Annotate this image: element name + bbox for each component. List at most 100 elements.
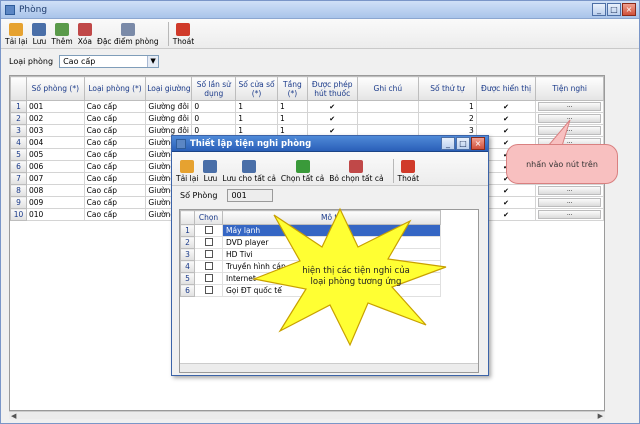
row-number[interactable]: 4 bbox=[180, 260, 195, 273]
dialog-toolbar-button-5[interactable]: Thoát bbox=[398, 160, 419, 183]
cell-tang[interactable]: 1 bbox=[276, 112, 308, 125]
cell-ghi_chu[interactable] bbox=[356, 112, 420, 125]
room-number-input[interactable]: 001 bbox=[227, 189, 274, 202]
row-number[interactable]: 10 bbox=[10, 208, 27, 221]
dialog-horizontal-scrollbar[interactable] bbox=[180, 363, 478, 372]
cell-thuoc[interactable]: ✔ bbox=[306, 112, 358, 125]
column-header-7[interactable]: Ghi chú bbox=[356, 76, 420, 101]
row-number[interactable]: 1 bbox=[180, 224, 195, 237]
cell-so_phong[interactable]: 010 bbox=[25, 208, 85, 221]
checkbox[interactable]: ✔ bbox=[502, 103, 510, 111]
cell-hien_thi[interactable]: ✔ bbox=[475, 112, 537, 125]
scroll-right-icon[interactable]: ▶ bbox=[598, 412, 603, 420]
table-row[interactable]: 1 001 Cao cấp Giường đôi 0 1 1 ✔ 1 ✔... bbox=[10, 100, 604, 113]
cell-loai_phong[interactable]: Cao cấp bbox=[83, 184, 147, 197]
amenities-button[interactable]: ... bbox=[538, 210, 601, 219]
checkbox[interactable] bbox=[204, 249, 213, 258]
row-number[interactable]: 1 bbox=[10, 100, 27, 113]
cell-su_dung[interactable]: 0 bbox=[191, 100, 237, 113]
dialog-toolbar-button-0[interactable]: Tải lại bbox=[176, 160, 198, 183]
room-type-select[interactable]: Cao cấp ▼ bbox=[59, 55, 160, 68]
row-number[interactable]: 8 bbox=[10, 184, 27, 197]
amenities-button[interactable]: ... bbox=[538, 102, 601, 111]
cell-loai_phong[interactable]: Cao cấp bbox=[83, 208, 147, 221]
checkbox[interactable] bbox=[204, 225, 213, 234]
select-cell[interactable] bbox=[194, 224, 223, 237]
horizontal-scrollbar[interactable]: ◀ ▶ bbox=[9, 411, 605, 420]
column-header-4[interactable]: Số cửa sổ (*) bbox=[235, 76, 278, 101]
cell-loai_giuong[interactable]: Giường đôi bbox=[145, 100, 193, 113]
row-number[interactable]: 3 bbox=[180, 248, 195, 261]
checkbox[interactable]: ✔ bbox=[502, 127, 510, 135]
cell-so_phong[interactable]: 001 bbox=[25, 100, 85, 113]
column-header-select[interactable]: Chọn bbox=[194, 210, 223, 225]
toolbar-button-2[interactable]: Thêm bbox=[51, 23, 73, 46]
row-number[interactable]: 6 bbox=[10, 160, 27, 173]
toolbar-button-3[interactable]: Xóa bbox=[78, 23, 92, 46]
table-row[interactable]: 2 002 Cao cấp Giường đôi 0 1 1 ✔ 2 ✔... bbox=[10, 112, 604, 125]
select-cell[interactable] bbox=[194, 260, 223, 273]
cell-tien_nghi[interactable]: ... bbox=[535, 100, 604, 113]
amenities-button[interactable]: ... bbox=[538, 198, 601, 207]
column-header-9[interactable]: Được hiển thị bbox=[475, 76, 537, 101]
row-number[interactable]: 2 bbox=[10, 112, 27, 125]
checkbox[interactable]: ✔ bbox=[328, 103, 336, 111]
chevron-down-icon[interactable]: ▼ bbox=[147, 56, 159, 67]
select-cell[interactable] bbox=[194, 236, 223, 249]
cell-cua_so[interactable]: 1 bbox=[235, 100, 278, 113]
select-cell[interactable] bbox=[194, 284, 223, 297]
cell-loai_phong[interactable]: Cao cấp bbox=[83, 100, 147, 113]
dialog-minimize-button[interactable]: _ bbox=[441, 137, 455, 150]
scroll-left-icon[interactable]: ◀ bbox=[11, 412, 16, 420]
amenities-button[interactable]: ... bbox=[538, 186, 601, 195]
column-header-6[interactable]: Được phép hút thuốc bbox=[306, 76, 358, 101]
cell-tien_nghi[interactable]: ... bbox=[535, 196, 604, 209]
column-header-1[interactable]: Loại phòng (*) bbox=[83, 76, 147, 101]
cell-loai_phong[interactable]: Cao cấp bbox=[83, 124, 147, 137]
column-header-8[interactable]: Số thứ tự bbox=[418, 76, 477, 101]
cell-loai_phong[interactable]: Cao cấp bbox=[83, 172, 147, 185]
cell-tien_nghi[interactable]: ... bbox=[535, 208, 604, 221]
row-number[interactable]: 5 bbox=[10, 148, 27, 161]
toolbar-button-1[interactable]: Lưu bbox=[32, 23, 47, 46]
cell-thuoc[interactable]: ✔ bbox=[306, 100, 358, 113]
dialog-maximize-button[interactable]: □ bbox=[456, 137, 470, 150]
cell-loai_phong[interactable]: Cao cấp bbox=[83, 160, 147, 173]
cell-so_phong[interactable]: 002 bbox=[25, 112, 85, 125]
checkbox[interactable]: ✔ bbox=[502, 199, 510, 207]
column-header-0[interactable]: Số phòng (*) bbox=[25, 76, 85, 101]
select-cell[interactable] bbox=[194, 248, 223, 261]
checkbox[interactable]: ✔ bbox=[502, 211, 510, 219]
cell-so_phong[interactable]: 006 bbox=[25, 160, 85, 173]
dialog-close-button[interactable]: × bbox=[471, 137, 485, 150]
close-button[interactable]: × bbox=[622, 3, 636, 16]
checkbox[interactable] bbox=[204, 273, 213, 282]
minimize-button[interactable]: _ bbox=[592, 3, 606, 16]
maximize-button[interactable]: □ bbox=[607, 3, 621, 16]
row-number[interactable]: 5 bbox=[180, 272, 195, 285]
cell-so_phong[interactable]: 008 bbox=[25, 184, 85, 197]
toolbar-button-5[interactable]: Thoát bbox=[173, 23, 194, 46]
checkbox[interactable] bbox=[204, 237, 213, 246]
cell-loai_phong[interactable]: Cao cấp bbox=[83, 112, 147, 125]
cell-so_phong[interactable]: 005 bbox=[25, 148, 85, 161]
column-header-5[interactable]: Tầng (*) bbox=[276, 76, 308, 101]
checkbox[interactable] bbox=[204, 261, 213, 270]
cell-so_phong[interactable]: 007 bbox=[25, 172, 85, 185]
cell-stt[interactable]: 2 bbox=[418, 112, 477, 125]
dialog-toolbar-button-2[interactable]: Lưu cho tất cả bbox=[222, 160, 276, 183]
toolbar-button-4[interactable]: Đặc điểm phòng bbox=[97, 23, 159, 46]
column-header-3[interactable]: Số lần sử dụng bbox=[191, 76, 237, 101]
toolbar-button-0[interactable]: Tải lại bbox=[5, 23, 27, 46]
row-number[interactable]: 4 bbox=[10, 136, 27, 149]
column-header-10[interactable]: Tiện nghi bbox=[535, 76, 604, 101]
cell-so_phong[interactable]: 003 bbox=[25, 124, 85, 137]
dialog-toolbar-button-1[interactable]: Lưu bbox=[203, 160, 218, 183]
row-number[interactable]: 2 bbox=[180, 236, 195, 249]
cell-loai_phong[interactable]: Cao cấp bbox=[83, 196, 147, 209]
cell-cua_so[interactable]: 1 bbox=[235, 112, 278, 125]
cell-loai_phong[interactable]: Cao cấp bbox=[83, 136, 147, 149]
cell-ghi_chu[interactable] bbox=[356, 100, 420, 113]
select-cell[interactable] bbox=[194, 272, 223, 285]
cell-so_phong[interactable]: 004 bbox=[25, 136, 85, 149]
